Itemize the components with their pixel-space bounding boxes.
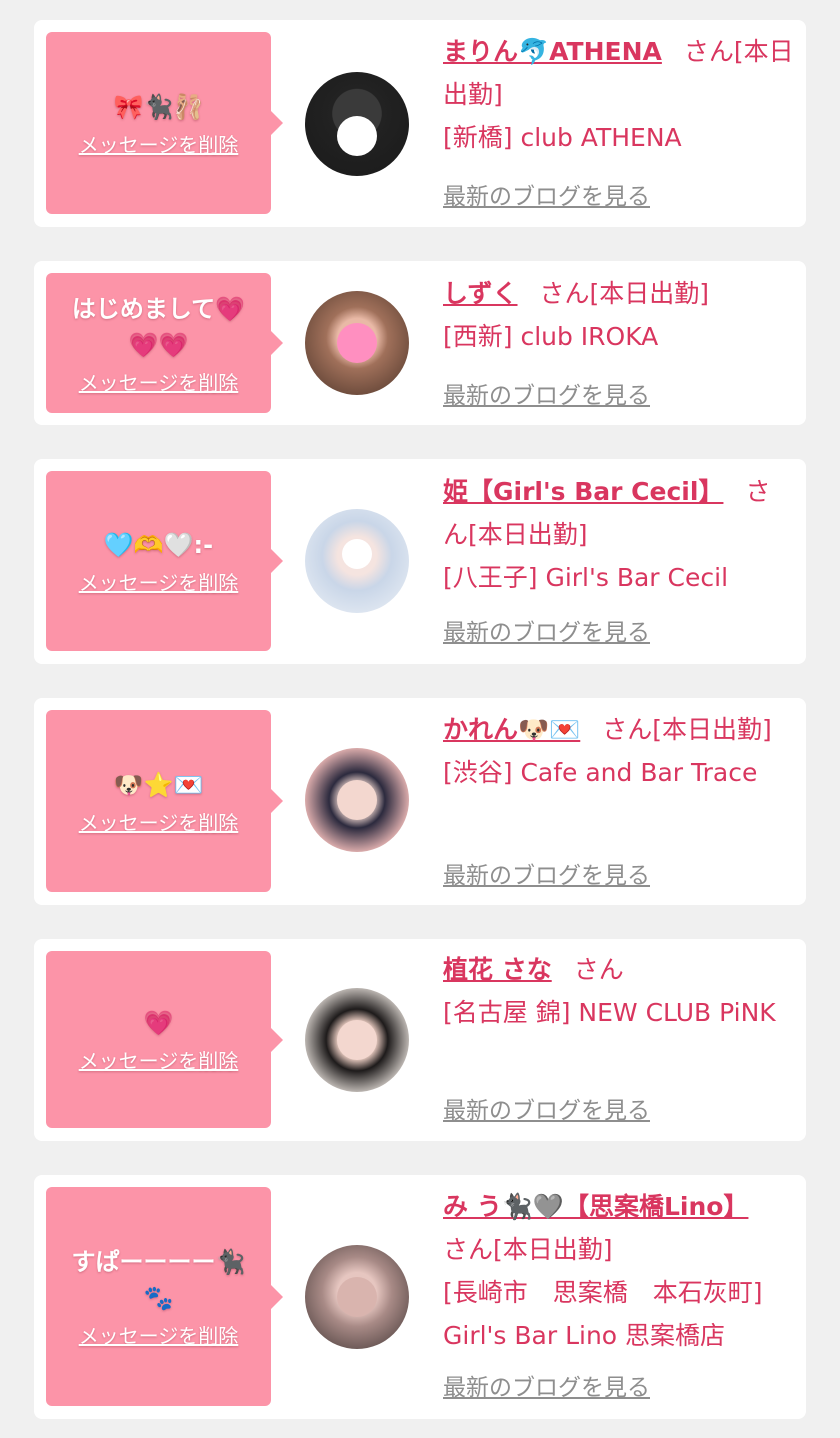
cast-name-link[interactable]: 姫【Girl's Bar Cecil】 [443,477,723,506]
message-text: 🩵🫶🤍:- [103,530,214,559]
message-bubble: 💗 メッセージを削除 [46,951,283,1128]
cast-info: み う🐈‍⬛🩶【思案橋Lino】 さん[本日出勤] [長崎市 思案橋 本石灰町]… [443,1185,795,1357]
avatar[interactable] [305,509,409,613]
cast-suffix: さん [573,955,624,984]
blog-link[interactable]: 最新のブログを見る [443,1091,650,1125]
avatar-face [337,323,377,363]
shop-name: [名古屋 錦] NEW CLUB PiNK [443,998,776,1027]
avatar-face [337,1020,377,1060]
cast-info: 姫【Girl's Bar Cecil】 さん[本日出勤] [八王子] Girl's… [443,470,795,599]
cast-name-link[interactable]: かれん🐶💌 [443,715,580,744]
cast-name-link[interactable]: み う🐈‍⬛🩶【思案橋Lino】 [443,1192,748,1221]
shop-name: [長崎市 思案橋 本石灰町] Girl's Bar Lino 思案橋店 [443,1278,763,1350]
cast-name-link[interactable]: 植花 さな [443,955,552,984]
blog-link[interactable]: 最新のブログを見る [443,177,650,211]
shop-name: [渋谷] Cafe and Bar Trace [443,758,758,787]
delete-message-link[interactable]: メッセージを削除 [79,807,239,836]
cast-suffix: さん[本日出勤] [443,1235,613,1264]
avatar-face [337,116,377,157]
list-item: 💗 メッセージを削除 植花 さな さん [名古屋 錦] NEW CLUB PiNK… [34,939,806,1141]
message-text: 🎀🐈‍⬛🩰 [113,92,204,121]
delete-message-link[interactable]: メッセージを削除 [79,567,239,596]
avatar-face [342,539,372,569]
cast-suffix: さん[本日出勤] [602,715,772,744]
message-bubble: すぱーーーー🐈‍⬛🐾 メッセージを削除 [46,1187,283,1406]
cast-info: 植花 さな さん [名古屋 錦] NEW CLUB PiNK [443,948,795,1034]
list-item: すぱーーーー🐈‍⬛🐾 メッセージを削除 み う🐈‍⬛🩶【思案橋Lino】 さん[… [34,1175,806,1419]
delete-message-link[interactable]: メッセージを削除 [79,367,239,396]
avatar[interactable] [305,72,409,176]
message-text: 🐶⭐💌 [113,770,204,799]
blog-link[interactable]: 最新のブログを見る [443,613,650,647]
message-text: はじめまして💗💗💗 [71,294,246,359]
list-item: 🐶⭐💌 メッセージを削除 かれん🐶💌 さん[本日出勤] [渋谷] Cafe and… [34,698,806,905]
list-item: 🩵🫶🤍:- メッセージを削除 姫【Girl's Bar Cecil】 さん[本日出… [34,459,806,664]
list-item: 🎀🐈‍⬛🩰 メッセージを削除 まりん🐬ATHENA さん[本日出勤] [新橋] c… [34,20,806,227]
shop-name: [新橋] club ATHENA [443,123,682,152]
delete-message-link[interactable]: メッセージを削除 [79,1320,239,1349]
blog-link[interactable]: 最新のブログを見る [443,376,650,410]
message-text: 💗 [143,1009,174,1037]
cast-name-link[interactable]: まりん🐬ATHENA [443,37,662,66]
cast-info: かれん🐶💌 さん[本日出勤] [渋谷] Cafe and Bar Trace [443,708,795,794]
shop-name: [八王子] Girl's Bar Cecil [443,563,729,592]
shop-name: [西新] club IROKA [443,322,659,351]
avatar-face [337,1277,377,1317]
list-item: はじめまして💗💗💗 メッセージを削除 しずく さん[本日出勤] [西新] club… [34,261,806,425]
delete-message-link[interactable]: メッセージを削除 [79,129,239,158]
cast-suffix: さん[本日出勤] [539,279,710,308]
cast-name-link[interactable]: しずく [443,279,518,308]
cast-info: まりん🐬ATHENA さん[本日出勤] [新橋] club ATHENA [443,30,795,159]
message-bubble: 🩵🫶🤍:- メッセージを削除 [46,471,283,651]
blog-link[interactable]: 最新のブログを見る [443,1368,650,1402]
delete-message-link[interactable]: メッセージを削除 [79,1045,239,1074]
message-bubble: はじめまして💗💗💗 メッセージを削除 [46,273,283,413]
message-list: 🎀🐈‍⬛🩰 メッセージを削除 まりん🐬ATHENA さん[本日出勤] [新橋] c… [0,0,840,1438]
cast-info: しずく さん[本日出勤] [西新] club IROKA [443,272,795,358]
message-bubble: 🎀🐈‍⬛🩰 メッセージを削除 [46,32,283,214]
message-text: すぱーーーー🐈‍⬛🐾 [71,1248,246,1312]
avatar[interactable] [305,748,409,852]
message-bubble: 🐶⭐💌 メッセージを削除 [46,710,283,892]
avatar-face [337,780,377,820]
avatar[interactable] [305,1245,409,1349]
avatar[interactable] [305,291,409,395]
blog-link[interactable]: 最新のブログを見る [443,856,650,890]
avatar[interactable] [305,988,409,1092]
